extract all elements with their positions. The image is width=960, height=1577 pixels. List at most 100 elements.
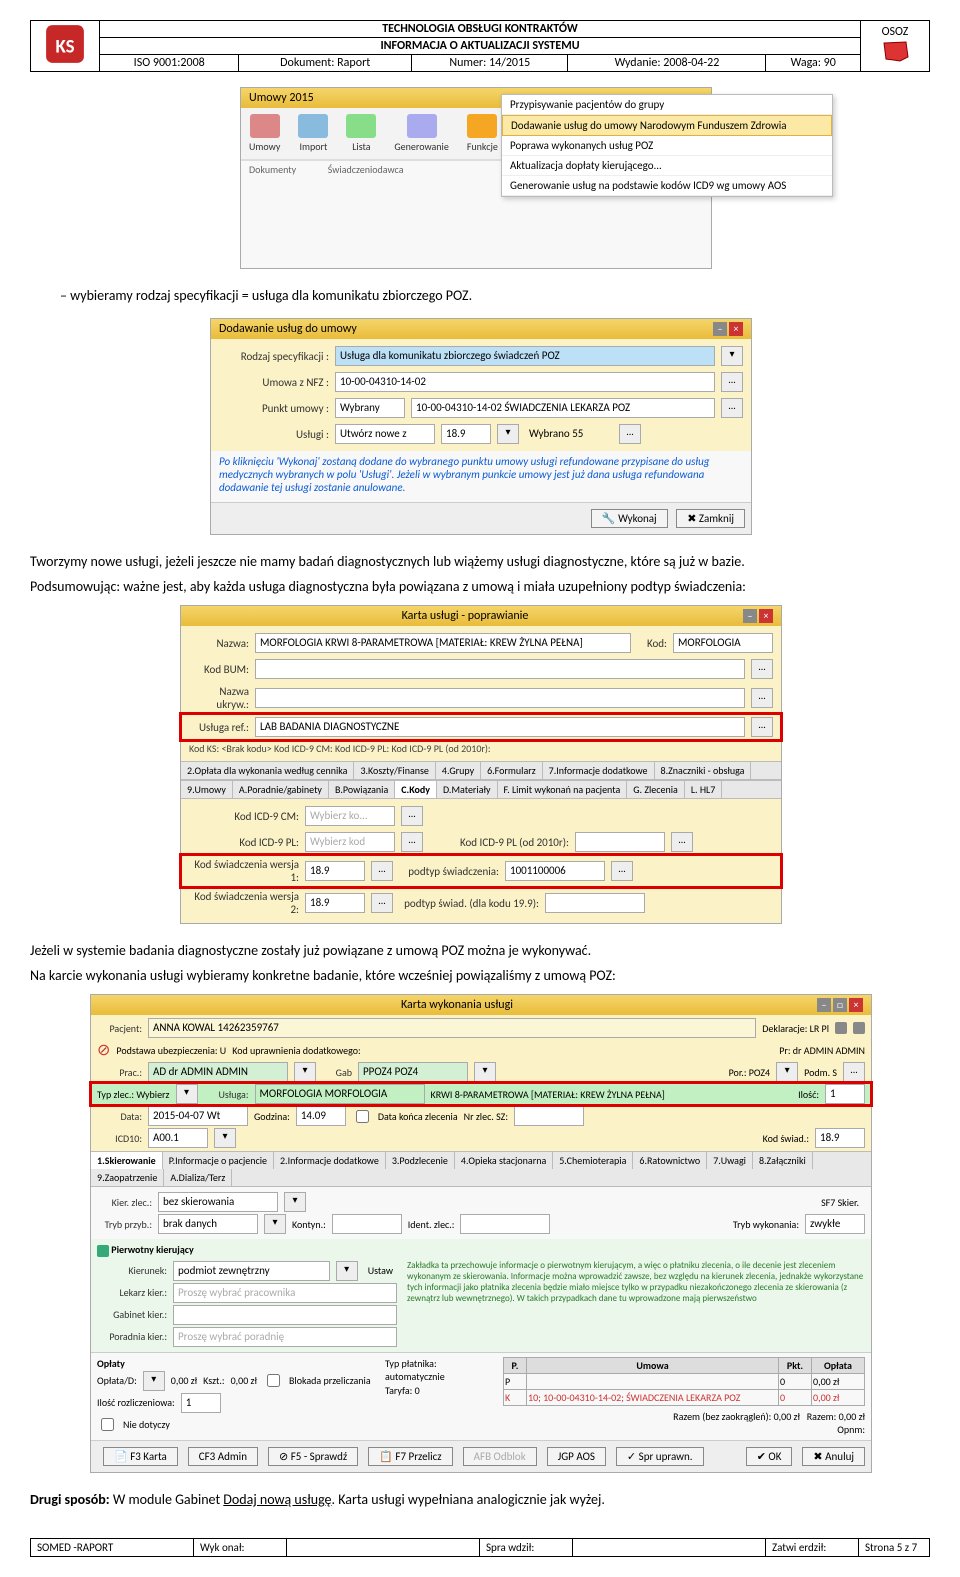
icd10-field[interactable]: A00.1 bbox=[148, 1128, 208, 1148]
afb-button[interactable]: AFB Odblok bbox=[463, 1447, 537, 1466]
tab[interactable]: F. Limit wykonań na pacjenta bbox=[498, 781, 628, 798]
nazwa-field[interactable]: MORFOLOGIA KRWI 8-PARAMETROWA [MATERIAŁ:… bbox=[255, 633, 631, 653]
dots-button[interactable]: ... bbox=[751, 659, 773, 679]
dots-button[interactable]: ... bbox=[371, 893, 393, 913]
dots-button[interactable]: ... bbox=[843, 1062, 865, 1082]
niedotyczy-checkbox[interactable] bbox=[101, 1418, 114, 1431]
tbtn-import[interactable]: Import bbox=[298, 114, 328, 153]
punkt-field[interactable]: 10-00-04310-14-02 ŚWIADCZENIA LEKARZA PO… bbox=[411, 398, 715, 418]
punkt-sel[interactable]: Wybrany bbox=[335, 398, 405, 418]
f5-button[interactable]: ⊘ F5 - Sprawdź bbox=[268, 1447, 358, 1466]
dropdown-icon[interactable]: ▾ bbox=[264, 1214, 286, 1234]
data-field[interactable]: 2015-04-07 Wt bbox=[148, 1106, 248, 1126]
tab[interactable]: 9.Umowy bbox=[181, 781, 233, 798]
tab-active[interactable]: 1.Skierowanie bbox=[91, 1152, 163, 1169]
dots-button[interactable]: ... bbox=[619, 424, 641, 444]
minimize-icon[interactable]: – bbox=[743, 609, 757, 623]
menu-item[interactable]: Generowanie usług na podstawie kodów ICD… bbox=[502, 176, 832, 196]
menu-item[interactable]: Poprawa wykonanych usług POZ bbox=[502, 136, 832, 156]
data-konca-checkbox[interactable] bbox=[356, 1110, 369, 1123]
taryfa-field[interactable]: 0 bbox=[415, 1384, 445, 1397]
spec-field[interactable]: Usługa dla komunikatu zbiorczego świadcz… bbox=[335, 346, 715, 366]
menu-item[interactable]: Aktualizacja dopłaty kierującego... bbox=[502, 156, 832, 176]
tab[interactable]: P.Informacje o pacjencie bbox=[163, 1152, 274, 1169]
wersja2-field[interactable]: 18.9 bbox=[305, 893, 365, 913]
dots-button[interactable]: ... bbox=[611, 861, 633, 881]
tab[interactable]: 6.Formularz bbox=[481, 762, 543, 779]
dropdown-icon[interactable]: ▾ bbox=[721, 346, 743, 366]
tab[interactable]: 9.Zaopatrzenie bbox=[91, 1169, 164, 1186]
tab[interactable]: 4.Opieka stacjonarna bbox=[455, 1152, 553, 1169]
tbtn-umowy[interactable]: Umowy bbox=[249, 114, 280, 153]
kontyn-field[interactable] bbox=[332, 1214, 402, 1234]
dropdown-icon[interactable]: ▾ bbox=[143, 1371, 165, 1391]
tab[interactable]: 8.Załączniki bbox=[753, 1152, 813, 1169]
podtyp-field[interactable]: 1001100006 bbox=[505, 861, 605, 881]
close-icon[interactable]: × bbox=[849, 998, 863, 1012]
dropdown-icon[interactable]: ▾ bbox=[776, 1062, 798, 1082]
godz-field[interactable]: 14.09 bbox=[296, 1106, 346, 1126]
icd9pl-field[interactable]: Wybierz kod bbox=[305, 832, 395, 852]
poradnia-field[interactable]: Proszę wybrać poradnię bbox=[173, 1327, 397, 1347]
tab[interactable]: L. HL7 bbox=[685, 781, 723, 798]
kod-field[interactable]: MORFOLOGIA bbox=[673, 633, 773, 653]
dots-button[interactable]: ... bbox=[371, 861, 393, 881]
f3-button[interactable]: 📄 F3 Karta bbox=[103, 1447, 178, 1466]
trybwyk-field[interactable]: zwykłe bbox=[805, 1214, 865, 1234]
dropdown-icon[interactable]: ▾ bbox=[474, 1062, 496, 1082]
menu-item-selected[interactable]: Dodawanie usług do umowy Narodowym Fundu… bbox=[502, 115, 832, 136]
tbtn-funkcje[interactable]: Funkcje bbox=[467, 114, 498, 153]
dots-button[interactable]: ... bbox=[401, 806, 423, 826]
wersja1-field[interactable]: 18.9 bbox=[305, 861, 365, 881]
blokada-checkbox[interactable] bbox=[267, 1374, 280, 1387]
tab[interactable]: D.Materiały bbox=[437, 781, 497, 798]
uslugi-val[interactable]: 18.9 bbox=[441, 424, 491, 444]
tab[interactable]: 5.Chemioterapia bbox=[553, 1152, 633, 1169]
tbtn-lista[interactable]: Lista bbox=[346, 114, 376, 153]
uslugi-sel[interactable]: Utwórz nowe z bbox=[335, 424, 435, 444]
jgp-button[interactable]: JGP AOS bbox=[547, 1447, 606, 1466]
icd9pl2010-field[interactable] bbox=[575, 832, 665, 852]
ustaw-button[interactable]: Ustaw bbox=[364, 1264, 397, 1277]
dots-button[interactable]: ... bbox=[721, 398, 743, 418]
bum-field[interactable] bbox=[255, 659, 745, 679]
pacjent-field[interactable]: ANNA KOWAL 14262359767 bbox=[148, 1018, 756, 1038]
dropdown-icon[interactable]: ▾ bbox=[497, 424, 519, 444]
auto-field[interactable]: automatycznie bbox=[385, 1370, 495, 1384]
umowa-field[interactable]: 10-00-04310-14-02 bbox=[335, 372, 715, 392]
dots-button[interactable]: ... bbox=[671, 832, 693, 852]
tab[interactable]: A.Dializa/Terz bbox=[164, 1169, 232, 1186]
ref-field[interactable]: LAB BADANIA DIAGNOSTYCZNE bbox=[255, 717, 745, 737]
card-icon[interactable] bbox=[853, 1022, 865, 1034]
dots-button[interactable]: ... bbox=[721, 372, 743, 392]
spr-button[interactable]: ✓ Spr uprawn. bbox=[616, 1447, 704, 1466]
tab[interactable]: 7.Informacje dodatkowe bbox=[543, 762, 655, 779]
usluga-field[interactable]: MORFOLOGIA MORFOLOGIA bbox=[255, 1084, 425, 1104]
tab[interactable]: 8.Znaczniki - obsługa bbox=[655, 762, 752, 779]
wykonaj-button[interactable]: 🔧 Wykonaj bbox=[591, 509, 668, 528]
maximize-icon[interactable]: □ bbox=[833, 998, 847, 1012]
tab-active[interactable]: C.Kody bbox=[395, 781, 437, 798]
dropdown-icon[interactable]: ▾ bbox=[336, 1261, 358, 1281]
tab[interactable]: 3.Podzlecenie bbox=[386, 1152, 455, 1169]
tab[interactable]: 4.Grupy bbox=[436, 762, 481, 779]
dots-button[interactable]: ... bbox=[751, 688, 773, 708]
dropdown-icon[interactable]: ▾ bbox=[284, 1192, 306, 1212]
tab[interactable]: 2.Opłata dla wykonania według cennika bbox=[181, 762, 354, 779]
close-icon[interactable]: × bbox=[729, 322, 743, 336]
tab[interactable]: 7.Uwagi bbox=[707, 1152, 753, 1169]
tryb-field[interactable]: brak danych bbox=[158, 1214, 258, 1234]
gab-field[interactable]: PPOZ4 POZ4 bbox=[358, 1062, 468, 1082]
cf3-button[interactable]: CF3 Admin bbox=[188, 1447, 258, 1466]
tbtn-generowanie[interactable]: Generowanie bbox=[394, 114, 448, 153]
iloscrozl-field[interactable]: 1 bbox=[181, 1393, 221, 1413]
dropdown-icon[interactable]: ▾ bbox=[176, 1084, 198, 1104]
tab[interactable]: 6.Ratownictwo bbox=[633, 1152, 707, 1169]
icd9cm-field[interactable]: Wybierz ko... bbox=[305, 806, 395, 826]
sf7-button[interactable]: SF7 Skier. bbox=[815, 1195, 865, 1210]
tab[interactable]: 3.Koszty/Finanse bbox=[354, 762, 435, 779]
ukryw-field[interactable] bbox=[255, 688, 745, 708]
ok-button[interactable]: ✔ OK bbox=[746, 1447, 793, 1466]
zamknij-button[interactable]: ✖ Zamknij bbox=[676, 509, 745, 528]
anuluj-button[interactable]: ✖ Anuluj bbox=[802, 1447, 865, 1466]
